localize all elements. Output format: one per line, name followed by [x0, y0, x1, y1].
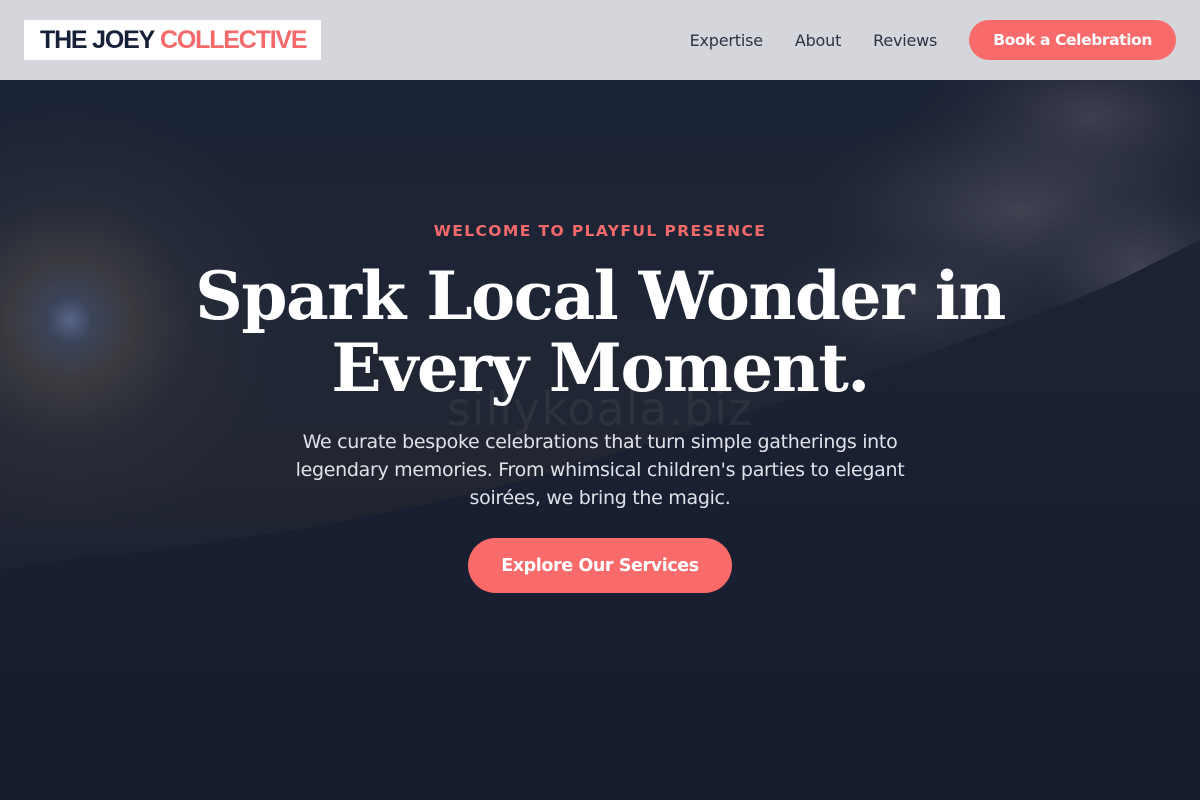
nav-link-reviews[interactable]: Reviews [873, 31, 937, 50]
logo-text-main: THE JOEY [40, 25, 155, 54]
hero-description: We curate bespoke celebrations that turn… [295, 431, 905, 509]
brand-logo[interactable]: THE JOEY COLLECTIVE [24, 20, 322, 60]
hero-eyebrow: WELCOME TO PLAYFUL PRESENCE [433, 222, 767, 240]
hero-headline: Spark Local Wonder in Every Moment. [0, 260, 1200, 404]
headline-line-2: Every Moment. [331, 329, 870, 407]
hero-section: sillykoala.biz WELCOME TO PLAYFUL PRESEN… [0, 80, 1200, 800]
main-nav: Expertise About Reviews Book a Celebrati… [690, 20, 1176, 60]
explore-services-button[interactable]: Explore Our Services [468, 538, 732, 593]
nav-link-expertise[interactable]: Expertise [690, 31, 763, 50]
site-header: THE JOEY COLLECTIVE Expertise About Revi… [0, 0, 1200, 80]
book-celebration-button[interactable]: Book a Celebration [969, 20, 1176, 60]
logo-text-accent: COLLECTIVE [160, 25, 308, 54]
headline-line-1: Spark Local Wonder in [195, 257, 1006, 335]
nav-link-about[interactable]: About [795, 31, 842, 50]
